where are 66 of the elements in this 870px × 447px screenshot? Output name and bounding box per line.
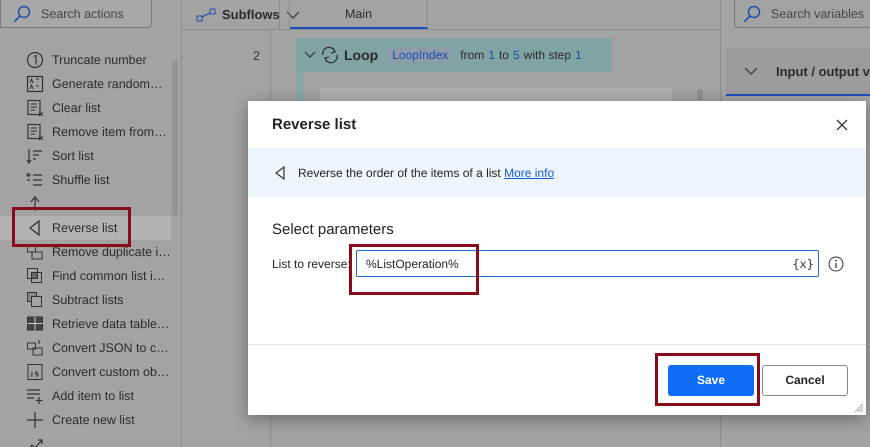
section-title: Select parameters [272,221,395,238]
list-add-icon [26,387,44,405]
overlap-squares-icon [26,267,44,285]
close-button[interactable] [834,116,850,132]
input-field[interactable]: %ListOperation% {x} [356,250,819,277]
search-icon [743,4,761,22]
action-item[interactable]: Convert custom ob… [0,360,171,384]
tab[interactable]: Main [290,0,428,29]
action-item[interactable]: Generate random… [0,72,171,96]
grid-letters-icon [26,75,44,93]
save-button[interactable]: Save [668,364,754,396]
more-info-link[interactable]: More info [504,166,554,180]
variable-tag: LoopIndex [386,47,454,63]
action-item[interactable]: Truncate number [0,48,171,72]
loop-keyword: Loop [344,47,378,63]
variable-button[interactable]: {x} [792,256,814,270]
resize-grip-icon [854,403,864,413]
action-item[interactable]: Convert JSON to c… [0,336,171,360]
chevron-down-icon [304,51,316,59]
left-triangle-icon [274,166,286,180]
field-label: List to reverse: [272,256,352,270]
action-item[interactable]: Clear list [0,96,171,120]
list-remove-icon [26,123,44,141]
action-item[interactable]: Create new list [0,408,171,432]
action-card[interactable] [320,88,672,101]
loop-header[interactable]: Loop LoopIndex from 1 to 5 with step 1 [296,38,612,72]
search-field[interactable]: Search actions [0,0,152,28]
loop-text: to [498,48,509,62]
action-item[interactable]: Shuffle list [0,168,171,192]
search-field[interactable]: Search variables [734,0,870,28]
loop-value: 1 [575,48,582,62]
action-item[interactable]: Add item to list [0,384,171,408]
table-icon [26,315,44,333]
line-number: 2 [253,49,260,63]
list-clear-icon [26,99,44,117]
plus-icon [26,411,44,429]
loop-value: 1 [488,48,495,62]
loop-body-stripe [296,72,304,101]
loop-arrows-icon [320,46,340,64]
loop-text: from [460,48,484,62]
action-item[interactable]: Remove duplicate i… [0,240,171,264]
description-text: Reverse the order of the items of a list More info [298,166,554,180]
flow-nodes-icon [196,8,216,22]
subtract-squares-icon [26,291,44,309]
close-icon [836,118,848,130]
chevron-down-icon [744,66,758,76]
loop-text: with step [524,48,572,62]
dialog-title: Reverse list [272,116,356,133]
subflows-dropdown[interactable]: Subflows [182,0,280,29]
action-item[interactable]: Find common list i… [0,264,171,288]
number-circle-icon [26,51,44,69]
chevron-down-icon [286,10,300,20]
search-icon [13,4,31,22]
convert-squares-icon [26,339,44,357]
action-item[interactable]: Sort list [0,144,171,168]
action-item[interactable]: Reverse list [0,216,171,240]
loop-value: 5 [512,48,520,62]
sort-icon [26,147,44,165]
scrollbar-thumb[interactable] [172,60,178,216]
scrollbar-thumb[interactable] [697,89,703,100]
action-item[interactable]: Subtract lists [0,288,171,312]
info-icon [828,256,844,272]
action-item[interactable]: Remove item from… [0,120,171,144]
action-item[interactable]: Retrieve data table… [0,312,171,336]
cancel-button[interactable]: Cancel [762,364,848,396]
script-file-icon [26,363,44,381]
